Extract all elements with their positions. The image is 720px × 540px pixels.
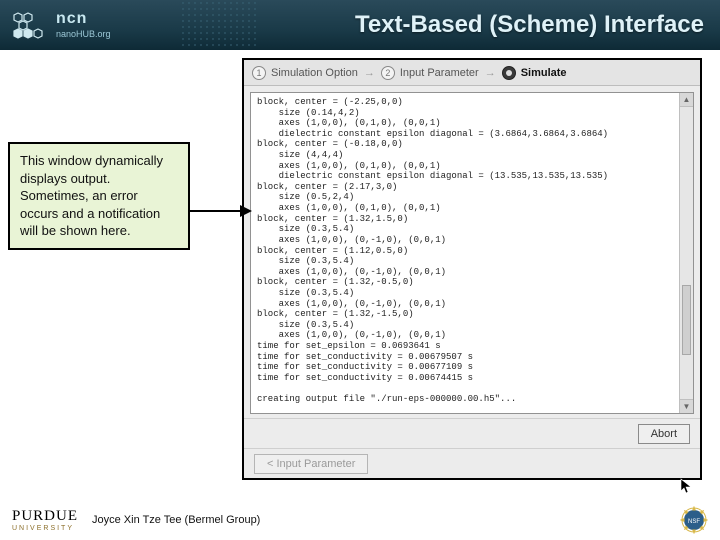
app-window: 1 Simulation Option → 2 Input Parameter … xyxy=(242,58,702,480)
output-panel: block, center = (-2.25,0,0) size (0.14,4… xyxy=(250,92,694,414)
svg-text:NSF: NSF xyxy=(688,519,700,525)
abort-button[interactable]: Abort xyxy=(638,424,690,444)
purdue-wordmark: PURDUE xyxy=(12,509,78,524)
scroll-down-icon[interactable]: ▼ xyxy=(680,399,693,413)
breadcrumb-step-1[interactable]: 1 Simulation Option xyxy=(252,66,358,80)
chevron-right-icon: → xyxy=(485,67,496,79)
action-bar-bottom: < Input Parameter xyxy=(244,448,700,478)
purdue-sub: UNIVERSITY xyxy=(12,525,78,532)
ncn-hex-logo-icon xyxy=(10,9,50,41)
step-icon: 1 xyxy=(252,66,266,80)
nsf-logo-icon: NSF xyxy=(680,506,708,534)
back-button[interactable]: < Input Parameter xyxy=(254,454,368,474)
logo-area: ncn nanoHUB.org xyxy=(0,9,111,41)
arrow-icon xyxy=(188,198,252,224)
breadcrumb-step-2[interactable]: 2 Input Parameter xyxy=(381,66,479,80)
chevron-right-icon: → xyxy=(364,67,375,79)
logo-text: ncn nanoHUB.org xyxy=(56,11,111,40)
slide-header: ncn nanoHUB.org Text-Based (Scheme) Inte… xyxy=(0,0,720,50)
mouse-cursor-icon xyxy=(680,478,694,496)
scroll-thumb[interactable] xyxy=(682,285,691,355)
callout-text: This window dynamically displays output.… xyxy=(20,153,163,238)
step-icon: 2 xyxy=(381,66,395,80)
gear-icon xyxy=(502,66,516,80)
breadcrumb-label: Input Parameter xyxy=(400,67,479,79)
slide-title: Text-Based (Scheme) Interface xyxy=(355,11,720,39)
vertical-scrollbar[interactable]: ▲ ▼ xyxy=(679,93,693,413)
breadcrumb-label: Simulate xyxy=(521,67,567,79)
breadcrumb: 1 Simulation Option → 2 Input Parameter … xyxy=(244,60,700,86)
breadcrumb-label: Simulation Option xyxy=(271,67,358,79)
breadcrumb-step-3[interactable]: Simulate xyxy=(502,66,567,80)
logo-main: ncn xyxy=(56,11,111,27)
logo-sub: nanoHUB.org xyxy=(56,29,111,40)
slide-footer: PURDUE UNIVERSITY Joyce Xin Tze Tee (Ber… xyxy=(0,500,720,540)
action-bar-top: Abort xyxy=(244,418,700,448)
purdue-logo: PURDUE UNIVERSITY xyxy=(12,509,78,532)
slide-body: This window dynamically displays output.… xyxy=(0,50,720,500)
callout-box: This window dynamically displays output.… xyxy=(8,142,190,250)
header-dot-pattern-icon xyxy=(180,0,260,50)
author-credit: Joyce Xin Tze Tee (Bermel Group) xyxy=(92,514,260,526)
scroll-up-icon[interactable]: ▲ xyxy=(680,93,693,107)
output-text: block, center = (-2.25,0,0) size (0.14,4… xyxy=(251,93,679,413)
